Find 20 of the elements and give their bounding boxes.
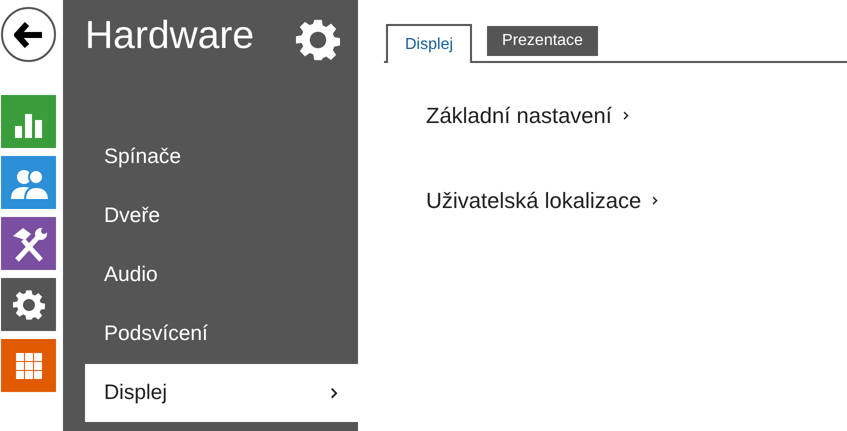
- settings-link[interactable]: Uživatelská lokalizace: [426, 184, 658, 217]
- sidebar-item[interactable]: Spínače: [85, 128, 358, 186]
- chevron-icon: [329, 386, 338, 400]
- settings-link[interactable]: Základní nastavení: [426, 99, 629, 132]
- sidebar-item[interactable]: Displej: [85, 364, 358, 422]
- nav-button[interactable]: [1, 156, 56, 209]
- nav-button[interactable]: [1, 95, 56, 148]
- nav-button[interactable]: [1, 217, 56, 270]
- chevron-icon: [651, 194, 658, 206]
- nav-button[interactable]: [1, 278, 56, 331]
- tab[interactable]: Prezentace: [487, 26, 598, 56]
- sidebar-item[interactable]: Dveře: [85, 187, 358, 245]
- sidebar-item[interactable]: Audio: [85, 246, 358, 304]
- back-arrow-icon: [14, 22, 44, 48]
- tab[interactable]: Displej: [386, 24, 472, 63]
- settings-icon[interactable]: [296, 18, 340, 62]
- chevron-icon: [622, 110, 629, 122]
- sidebar-item[interactable]: Podsvícení: [85, 305, 358, 363]
- sidebar-title: Hardware: [85, 13, 254, 59]
- nav-button[interactable]: [1, 339, 56, 392]
